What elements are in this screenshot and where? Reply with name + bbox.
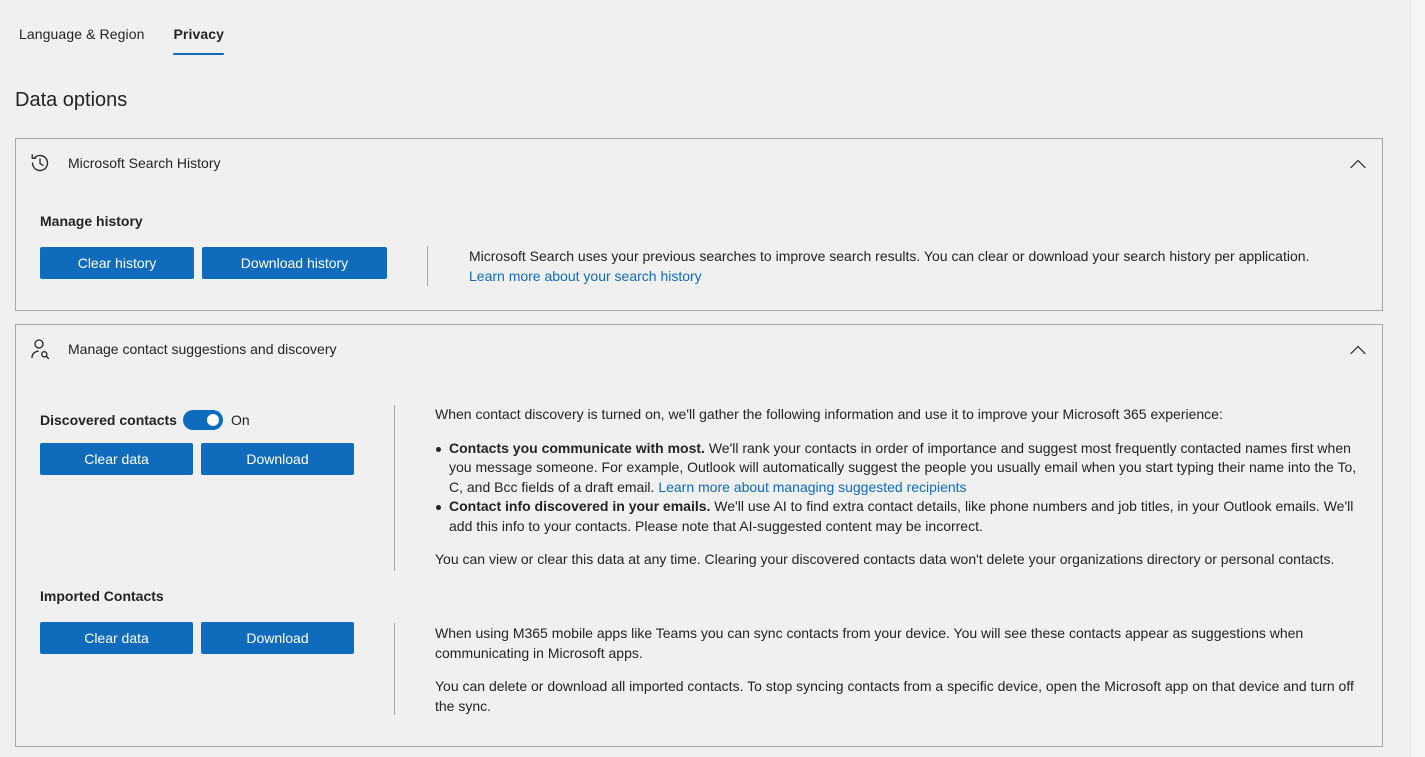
contact-suggestions-card: Manage contact suggestions and discovery… xyxy=(15,324,1383,747)
toggle-knob xyxy=(207,414,219,426)
download-discovered-button[interactable]: Download xyxy=(201,443,354,475)
clear-history-button[interactable]: Clear history xyxy=(40,247,194,279)
contact-suggestions-title: Manage contact suggestions and discovery xyxy=(68,341,337,357)
bullet-title: Contacts you communicate with most. xyxy=(449,439,705,456)
imported-para-1: When using M365 mobile apps like Teams y… xyxy=(435,625,1304,661)
settings-tabs: Language & Region Privacy xyxy=(19,24,224,58)
search-history-title: Microsoft Search History xyxy=(68,155,221,171)
discovered-footer-text: You can view or clear this data at any t… xyxy=(435,551,1335,567)
chevron-up-icon[interactable] xyxy=(1348,340,1368,360)
discovered-contacts-description: When contact discovery is turned on, we'… xyxy=(435,405,1360,570)
clear-discovered-data-button[interactable]: Clear data xyxy=(40,443,193,475)
tab-language-region[interactable]: Language & Region xyxy=(19,24,144,58)
discovered-contacts-label: Discovered contacts xyxy=(40,412,177,428)
page-title: Data options xyxy=(15,89,128,111)
discovered-contacts-toggle[interactable] xyxy=(183,410,223,430)
manage-history-label: Manage history xyxy=(40,213,143,229)
discovered-info-list: Contacts you communicate with most. We'l… xyxy=(435,439,1360,537)
search-history-text: Microsoft Search uses your previous sear… xyxy=(469,248,1310,264)
divider xyxy=(427,246,428,286)
privacy-settings-page: Language & Region Privacy Data options M… xyxy=(0,0,1425,757)
search-history-header[interactable]: Microsoft Search History xyxy=(16,139,1382,189)
search-history-card: Microsoft Search History Manage history … xyxy=(15,138,1383,311)
download-history-button[interactable]: Download history xyxy=(202,247,387,279)
download-imported-button[interactable]: Download xyxy=(201,622,354,654)
discovered-intro-text: When contact discovery is turned on, we'… xyxy=(435,406,1223,422)
imported-contacts-description: When using M365 mobile apps like Teams y… xyxy=(435,623,1365,716)
divider xyxy=(394,405,395,571)
list-item: Contact info discovered in your emails. … xyxy=(436,497,1360,536)
imported-para-2: You can delete or download all imported … xyxy=(435,678,1354,714)
scrollbar-track[interactable] xyxy=(1410,0,1425,757)
tab-privacy[interactable]: Privacy xyxy=(173,24,224,58)
contact-suggestions-header[interactable]: Manage contact suggestions and discovery xyxy=(16,325,1382,375)
bullet-title: Contact info discovered in your emails. xyxy=(449,498,711,514)
search-history-learn-more-link[interactable]: Learn more about your search history xyxy=(469,268,702,284)
clear-imported-data-button[interactable]: Clear data xyxy=(40,622,193,654)
imported-contacts-label: Imported Contacts xyxy=(40,588,164,604)
divider xyxy=(394,623,395,715)
toggle-state-label: On xyxy=(231,412,250,428)
list-item: Contacts you communicate with most. We'l… xyxy=(436,439,1360,498)
chevron-up-icon[interactable] xyxy=(1348,154,1368,174)
search-history-description: Microsoft Search uses your previous sear… xyxy=(469,246,1349,286)
history-icon xyxy=(31,154,49,172)
manage-suggested-recipients-link[interactable]: Learn more about managing suggested reci… xyxy=(658,479,966,495)
person-search-icon xyxy=(31,339,50,360)
